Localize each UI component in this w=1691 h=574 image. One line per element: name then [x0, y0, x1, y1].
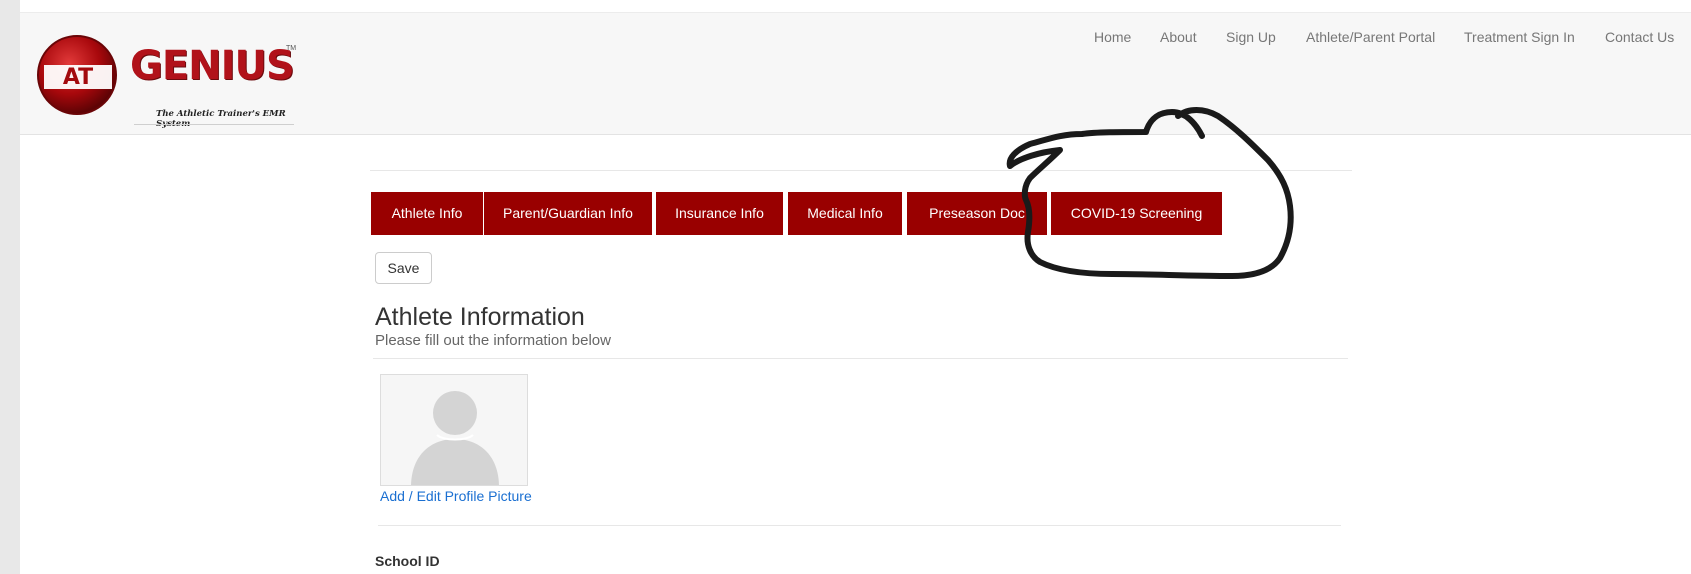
tab-preseason-doc[interactable]: Preseason Doc: [907, 192, 1047, 235]
profile-picture: [380, 374, 528, 486]
tab-parent-guardian-info[interactable]: Parent/Guardian Info: [484, 192, 652, 235]
top-page-edge: [20, 0, 1691, 12]
page-subtitle: Please fill out the information below: [375, 332, 611, 349]
logo-tagline: The Athletic Trainer's EMR System: [156, 109, 286, 129]
tab-insurance-info[interactable]: Insurance Info: [656, 192, 783, 235]
logo-name: GENIUS: [130, 43, 295, 89]
nav-link-athlete-parent-portal[interactable]: Athlete/Parent Portal: [1306, 29, 1435, 45]
left-page-edge: [0, 0, 20, 574]
svg-text:AT: AT: [63, 65, 93, 90]
tab-covid-19-screening[interactable]: COVID-19 Screening: [1051, 192, 1222, 235]
nav-link-about[interactable]: About: [1160, 29, 1197, 45]
profile-divider: [378, 525, 1341, 526]
page-title: Athlete Information: [375, 303, 585, 331]
logo-trademark: TM: [286, 45, 297, 52]
avatar-placeholder-icon: [411, 391, 499, 485]
school-id-label: School ID: [375, 553, 440, 569]
logo-underline: [134, 124, 294, 125]
atgenius-logo[interactable]: AT GENIUS TM The Athletic Trainer's EMR …: [34, 29, 304, 129]
edit-profile-picture-link[interactable]: Add / Edit Profile Picture: [380, 488, 532, 504]
title-divider: [373, 358, 1348, 359]
top-navbar: AT GENIUS TM The Athletic Trainer's EMR …: [20, 12, 1691, 135]
nav-link-sign-up[interactable]: Sign Up: [1226, 29, 1276, 45]
nav-link-treatment-sign-in[interactable]: Treatment Sign In: [1464, 29, 1575, 45]
logo-badge-icon: AT: [37, 35, 117, 115]
nav-link-contact-us[interactable]: Contact Us: [1605, 29, 1674, 45]
tab-medical-info[interactable]: Medical Info: [788, 192, 902, 235]
top-divider: [370, 170, 1352, 171]
nav-link-home[interactable]: Home: [1094, 29, 1131, 45]
tab-athlete-info[interactable]: Athlete Info: [371, 192, 483, 235]
save-button[interactable]: Save: [375, 252, 432, 284]
